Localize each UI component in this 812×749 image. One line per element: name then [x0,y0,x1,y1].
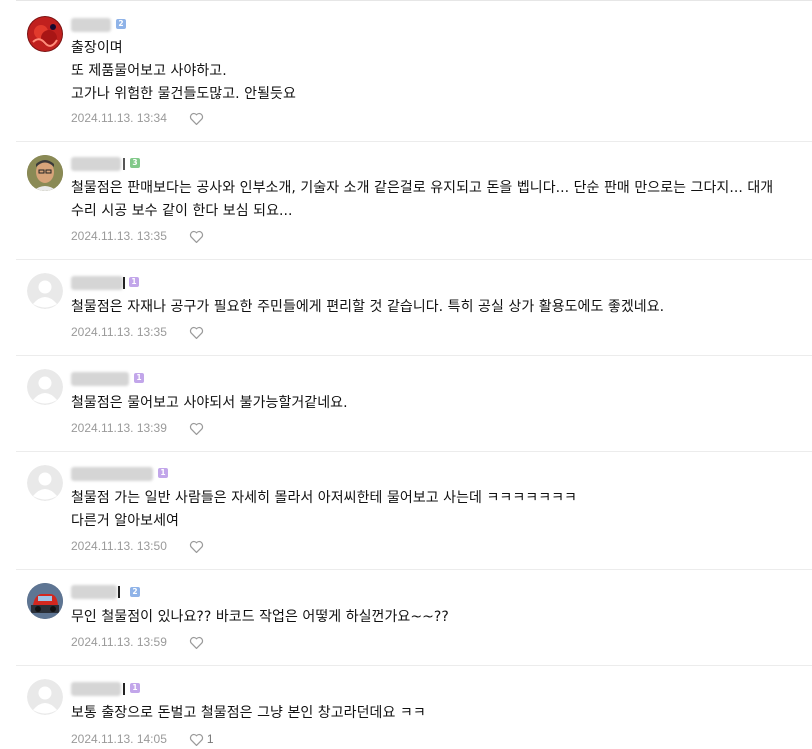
default-avatar-icon[interactable] [27,465,63,501]
comment-text: 보통 출장으로 돈벌고 철물점은 그냥 본인 창고라던데요 ㅋㅋ [71,702,794,725]
comment-line: 철물점 가는 일반 사람들은 자세히 몰라서 아저씨한테 물어보고 사는데 ㅋㅋ… [71,490,577,506]
comment-meta: 2024.11.13. 13:35 [71,324,207,340]
heart-outline-icon[interactable] [189,733,204,746]
default-avatar-icon[interactable] [27,273,63,309]
comment-divider [16,259,812,260]
comment-meta: 2024.11.13. 13:50 [71,538,207,554]
comment-meta: 2024.11.13. 14:05 1 [71,731,214,747]
level-badge: 1 [158,468,168,478]
nickname-mark [123,158,125,170]
comment-date: 2024.11.13. 13:59 [71,635,167,649]
comment-date: 2024.11.13. 13:35 [71,325,167,339]
comment-meta: 2024.11.13. 13:34 [71,110,207,126]
comment-divider [16,569,812,570]
heart-outline-icon[interactable] [189,326,204,339]
level-badge: 2 [130,587,140,597]
comment-text: 철물점은 판매보다는 공사와 인부소개, 기술자 소개 같은걸로 유지되고 돈을… [71,177,794,223]
comment-divider [16,141,812,142]
default-avatar-icon[interactable] [27,369,63,405]
nickname-blurred[interactable] [71,372,129,386]
comment-line: 또 제품물어보고 사야하고. [71,63,227,79]
comment-meta: 2024.11.13. 13:35 [71,228,207,244]
level-badge: 1 [129,277,139,287]
comment-date: 2024.11.13. 13:35 [71,229,167,243]
comment-meta: 2024.11.13. 13:39 [71,420,207,436]
comment-divider [16,451,812,452]
avatar[interactable] [27,16,63,52]
heart-outline-icon[interactable] [189,230,204,243]
comment-date: 2024.11.13. 13:50 [71,539,167,553]
avatar[interactable] [27,155,63,191]
comment-line: 무인 철물점이 있나요?? 바코드 작업은 어떻게 하실껀가요~~?? [71,609,449,625]
heart-outline-icon[interactable] [189,540,204,553]
comment-date: 2024.11.13. 13:34 [71,111,167,125]
comment-text: 철물점 가는 일반 사람들은 자세히 몰라서 아저씨한테 물어보고 사는데 ㅋㅋ… [71,487,794,533]
comment-date: 2024.11.13. 14:05 [71,732,167,746]
comment-line: 출장이며 [71,40,123,56]
nickname-blurred[interactable] [71,682,121,696]
comment-line: 고가나 위험한 물건들도많고. 안될듯요 [71,86,296,102]
comment-line: 철물점은 자재나 공구가 필요한 주민들에게 편리할 것 같습니다. 특히 공실… [71,299,665,315]
level-badge: 1 [130,683,140,693]
comment-divider [16,665,812,666]
comment-meta: 2024.11.13. 13:59 [71,634,207,650]
nickname-blurred[interactable] [71,18,111,32]
nickname-blurred[interactable] [71,276,123,290]
heart-outline-icon[interactable] [189,422,204,435]
comment-text: 출장이며 또 제품물어보고 사야하고. 고가나 위험한 물건들도많고. 안될듯요 [71,37,794,106]
nickname-blurred[interactable] [71,467,153,481]
heart-outline-icon[interactable] [189,636,204,649]
level-badge: 3 [130,158,140,168]
nickname-mark [123,277,125,289]
nickname-mark [118,586,124,598]
top-divider [16,0,812,1]
comment-text: 철물점은 물어보고 사야되서 불가능할거같네요. [71,392,794,415]
nickname-blurred[interactable] [71,585,117,599]
nickname-blurred[interactable] [71,157,121,171]
level-badge: 2 [116,19,126,29]
avatar[interactable] [27,583,63,619]
level-badge: 1 [134,373,144,383]
comment-text: 철물점은 자재나 공구가 필요한 주민들에게 편리할 것 같습니다. 특히 공실… [71,296,794,319]
comment-text: 무인 철물점이 있나요?? 바코드 작업은 어떻게 하실껀가요~~?? [71,606,794,629]
comment-line: 다른거 알아보세여 [71,513,179,529]
like-count: 1 [206,732,214,746]
default-avatar-icon[interactable] [27,679,63,715]
comment-line: 철물점은 물어보고 사야되서 불가능할거같네요. [71,395,348,411]
comment-line: 보통 출장으로 돈벌고 철물점은 그냥 본인 창고라던데요 ㅋㅋ [71,705,426,721]
comment-line: 철물점은 판매보다는 공사와 인부소개, 기술자 소개 같은걸로 유지되고 돈을… [71,180,774,219]
nickname-mark [123,683,125,695]
comment-date: 2024.11.13. 13:39 [71,421,167,435]
comment-divider [16,355,812,356]
heart-outline-icon[interactable] [189,112,204,125]
